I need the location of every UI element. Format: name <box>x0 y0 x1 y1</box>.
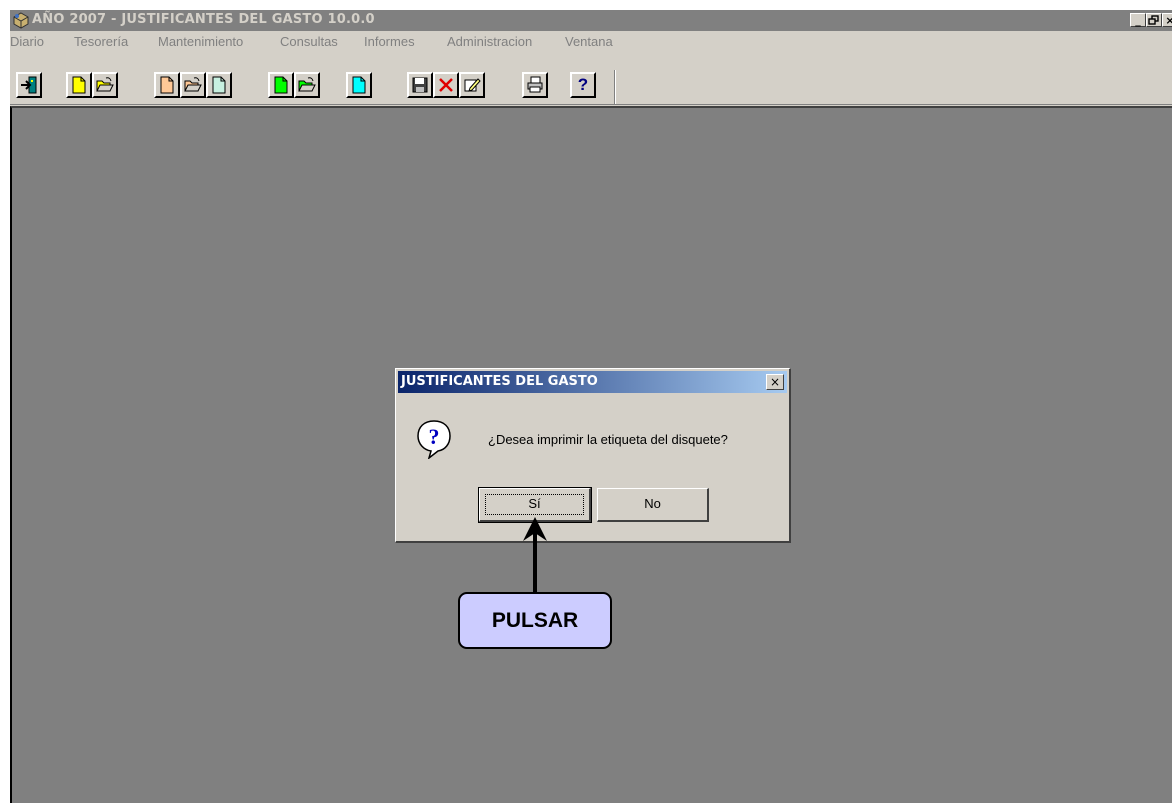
new-document-icon <box>212 76 226 94</box>
dialog-close-button[interactable]: × <box>766 374 784 390</box>
restore-button[interactable] <box>1146 13 1162 27</box>
open-green-button[interactable] <box>294 72 320 98</box>
restore-icon <box>1148 15 1159 25</box>
menu-diario[interactable]: Diario <box>10 34 44 49</box>
new-cyan-button[interactable] <box>346 72 372 98</box>
pointer-arrow <box>523 517 547 597</box>
menu-bar: Diario Tesorería Mantenimiento Consultas… <box>10 31 1172 53</box>
save-button[interactable] <box>407 72 433 98</box>
new-document-icon <box>160 76 174 94</box>
menu-tesoreria[interactable]: Tesorería <box>74 34 128 49</box>
menu-informes[interactable]: Informes <box>364 34 415 49</box>
exit-icon <box>21 76 37 94</box>
dialog-title: JUSTIFICANTES DEL GASTO <box>401 374 598 389</box>
svg-text:?: ? <box>429 424 440 449</box>
menu-administracion[interactable]: Administracion <box>447 34 532 49</box>
window-title: AÑO 2007 - JUSTIFICANTES DEL GASTO 10.0.… <box>32 12 375 27</box>
minimize-button[interactable]: _ <box>1130 13 1146 27</box>
printer-icon <box>527 76 543 93</box>
toolbar: ? <box>10 54 1172 105</box>
open-folder-icon <box>96 77 114 92</box>
pulsar-callout: PULSAR <box>458 592 612 649</box>
print-button[interactable] <box>522 72 548 98</box>
menu-mantenimiento[interactable]: Mantenimiento <box>158 34 243 49</box>
new-orange-button[interactable] <box>154 72 180 98</box>
delete-button[interactable] <box>433 72 459 98</box>
close-window-button[interactable]: × <box>1162 13 1172 27</box>
open-orange-button[interactable] <box>180 72 206 98</box>
edit-pencil-icon <box>464 78 481 92</box>
new-document-icon <box>352 76 366 94</box>
no-button[interactable]: No <box>597 488 709 522</box>
help-button[interactable]: ? <box>570 72 596 98</box>
new-yellow-button[interactable] <box>66 72 92 98</box>
new-document-icon <box>274 76 288 94</box>
title-bar: AÑO 2007 - JUSTIFICANTES DEL GASTO 10.0.… <box>10 10 1172 31</box>
focus-indicator <box>485 494 584 515</box>
menu-consultas[interactable]: Consultas <box>280 34 338 49</box>
new-green-button[interactable] <box>268 72 294 98</box>
dialog-title-bar: JUSTIFICANTES DEL GASTO × <box>398 371 787 393</box>
exit-button[interactable] <box>16 72 42 98</box>
open-folder-icon <box>298 77 316 92</box>
question-icon: ? <box>417 420 451 459</box>
new-document-icon <box>72 76 86 94</box>
toolbar-separator <box>614 70 616 104</box>
delete-x-icon <box>439 78 453 92</box>
floppy-disk-icon <box>412 77 428 93</box>
open-yellow-button[interactable] <box>92 72 118 98</box>
app-icon <box>13 12 29 29</box>
message-dialog: JUSTIFICANTES DEL GASTO × ? ¿Desea impri… <box>395 368 791 543</box>
menu-ventana[interactable]: Ventana <box>565 34 613 49</box>
help-icon: ? <box>577 75 589 94</box>
open-folder-icon <box>184 77 202 92</box>
dialog-message: ¿Desea imprimir la etiqueta del disquete… <box>488 432 728 447</box>
new-teal-button[interactable] <box>206 72 232 98</box>
edit-button[interactable] <box>459 72 485 98</box>
